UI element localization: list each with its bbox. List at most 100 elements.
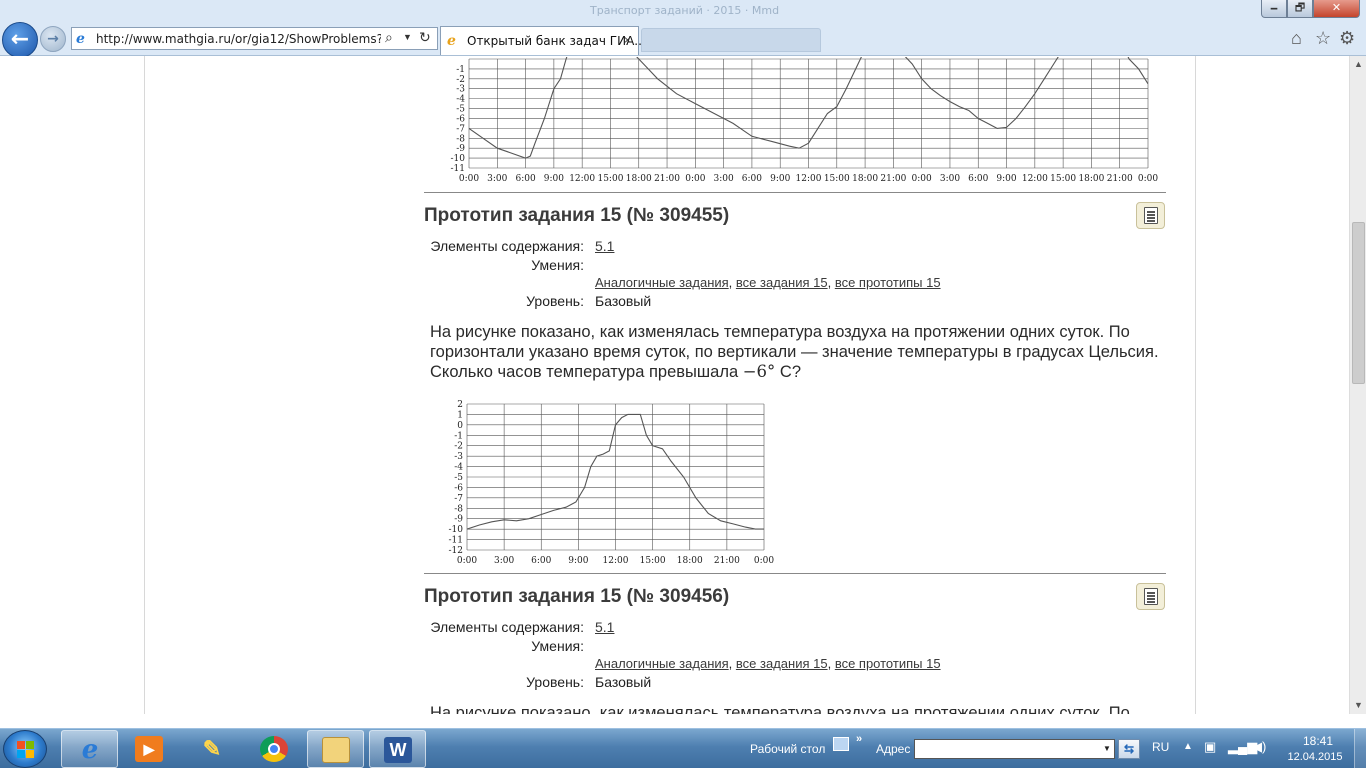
close-button[interactable]: ✕ (1313, 0, 1360, 18)
y-tick-label: -1 (454, 431, 463, 441)
language-indicator[interactable]: RU (1152, 740, 1169, 754)
scroll-down-arrow-icon[interactable]: ▼ (1350, 697, 1366, 714)
similar-tasks-link[interactable]: Аналогичные задания (595, 275, 729, 290)
show-desktop-button[interactable] (1354, 729, 1366, 769)
clock-date[interactable]: 12.04.2015 (1283, 751, 1347, 763)
forward-button[interactable]: → (40, 26, 66, 52)
divider (424, 192, 1166, 193)
home-icon[interactable]: ⌂ (1291, 28, 1302, 49)
all-prototypes-link[interactable]: все прототипы 15 (835, 275, 941, 290)
divider (424, 573, 1166, 574)
scroll-up-arrow-icon[interactable]: ▲ (1350, 56, 1366, 73)
taskbar-paint[interactable]: ✎ (184, 730, 241, 768)
similar-tasks-link[interactable]: Аналогичные задания (595, 656, 729, 671)
taskbar-word[interactable]: W (369, 730, 426, 768)
skills-label: Умения: (531, 257, 584, 273)
browser-chrome: Транспорт заданий · 2015 · Mmd 🗕 🗗 ✕ ← →… (0, 0, 1366, 58)
network-device-icon[interactable]: ▣ (1204, 740, 1218, 754)
all-prototypes-link[interactable]: все прототипы 15 (835, 656, 941, 671)
refresh-icon[interactable]: ↻ (419, 29, 431, 46)
temperature-chart-3days: -1-2-3-4-5-6-7-8-9-10-110:00 3:00 6:00 9:00… (451, 57, 1158, 184)
address-bar[interactable]: e ⌕ ▼ ↻ (71, 27, 438, 50)
dropdown-icon[interactable]: ▼ (403, 32, 412, 42)
x-tick-label: 18:00 (1078, 174, 1104, 184)
word-icon: W (384, 737, 412, 763)
x-tick-label: 3:00 (487, 174, 507, 184)
content-link[interactable]: 5.1 (595, 238, 614, 254)
maximize-button[interactable]: 🗗 (1287, 0, 1313, 18)
y-tick-label: -7 (456, 124, 465, 134)
all-tasks-link[interactable]: все задания 15 (736, 275, 828, 290)
favorites-star-icon[interactable]: ☆ (1315, 28, 1331, 49)
clock-time[interactable]: 18:41 (1296, 734, 1340, 748)
x-tick-label: 0:00 (912, 174, 932, 184)
desktop-icon[interactable] (833, 737, 849, 751)
content-link[interactable]: 5.1 (595, 619, 614, 635)
start-button[interactable] (3, 730, 47, 768)
chrome-center-icon (268, 743, 280, 755)
print-button[interactable] (1136, 583, 1165, 610)
folder-icon (322, 737, 350, 763)
x-tick-label: 15:00 (1050, 174, 1076, 184)
address-input[interactable] (96, 30, 381, 48)
gear-icon[interactable]: ⚙ (1339, 28, 1355, 49)
problem-title: Прототип задания 15 (№ 309456) (424, 586, 730, 607)
taskbar-explorer[interactable] (307, 730, 364, 768)
meta-level-row: Уровень: Базовый (0, 293, 1349, 311)
y-tick-label: -3 (454, 452, 463, 462)
print-button[interactable] (1136, 202, 1165, 229)
x-tick-label: 18:00 (677, 556, 703, 566)
all-tasks-link[interactable]: все задания 15 (736, 656, 828, 671)
y-tick-label: -11 (451, 164, 466, 174)
x-tick-label: 3:00 (940, 174, 960, 184)
tab-active[interactable]: e Открытый банк задач ГИА... × (440, 26, 646, 55)
taskbar-address-input[interactable] (914, 739, 1115, 759)
volume-icon[interactable]: ◀) (1252, 740, 1266, 754)
minimize-button[interactable]: 🗕 (1261, 0, 1287, 18)
x-tick-label: 3:00 (494, 556, 514, 566)
windows-logo-icon (17, 741, 35, 759)
search-icon[interactable]: ⌕ (385, 29, 393, 46)
taskbar-ie[interactable]: e (61, 730, 118, 768)
toolbar-right: ⌂ ☆ ⚙ (1287, 28, 1361, 50)
go-arrow-icon: ⇆ (1123, 742, 1135, 756)
meta-content-row: Элементы содержания: 5.1 (0, 238, 1349, 256)
dropdown-icon[interactable]: ▼ (1103, 744, 1111, 753)
signal-icon[interactable]: ▂▄▆ (1228, 740, 1257, 754)
taskbar: e ▶ ✎ W Рабочий стол » Адрес ▼ ⇆ RU ▲ ▣ … (0, 728, 1366, 769)
x-tick-label: 15:00 (597, 174, 623, 184)
x-tick-label: 21:00 (880, 174, 906, 184)
desktop-toolbar-label[interactable]: Рабочий стол (750, 742, 825, 756)
level-value: Базовый (595, 674, 652, 690)
title-bar: Транспорт заданий · 2015 · Mmd 🗕 🗗 ✕ (0, 0, 1366, 20)
go-button[interactable]: ⇆ (1118, 739, 1140, 759)
x-tick-label: 9:00 (544, 174, 564, 184)
x-tick-label: 18:00 (852, 174, 878, 184)
back-button[interactable]: ← (2, 22, 38, 58)
x-tick-label: 6:00 (968, 174, 988, 184)
tab-close-icon[interactable]: × (624, 33, 631, 47)
chevron-right-icon[interactable]: » (856, 733, 862, 745)
y-tick-label: -7 (454, 494, 463, 504)
y-tick-label: 0 (457, 421, 463, 431)
x-tick-label: 9:00 (770, 174, 790, 184)
scroll-thumb[interactable] (1352, 222, 1365, 384)
vertical-scrollbar[interactable]: ▲ ▼ (1349, 56, 1366, 714)
y-tick-label: -8 (454, 504, 463, 514)
content-label: Элементы содержания: (430, 238, 584, 254)
problem-title: Прототип задания 15 (№ 309455) (424, 205, 730, 226)
document-icon (1144, 207, 1158, 224)
taskbar-media-player[interactable]: ▶ (121, 730, 178, 768)
taskbar-chrome[interactable] (246, 730, 303, 768)
content-label: Элементы содержания: (430, 619, 584, 635)
x-tick-label: 15:00 (824, 174, 850, 184)
paint-icon: ✎ (202, 736, 222, 761)
problem-text-body: На рисунке показано, как изменялась темп… (430, 704, 1130, 714)
ie-page-icon: e (447, 33, 456, 49)
x-tick-label: 0:00 (685, 174, 705, 184)
new-tab-area[interactable] (641, 28, 821, 52)
chrome-icon (260, 736, 288, 762)
browser-window: Транспорт заданий · 2015 · Mmd 🗕 🗗 ✕ ← →… (0, 0, 1366, 769)
meta-content-row: Элементы содержания: 5.1 (0, 619, 1349, 637)
tray-expand-icon[interactable]: ▲ (1183, 741, 1193, 752)
